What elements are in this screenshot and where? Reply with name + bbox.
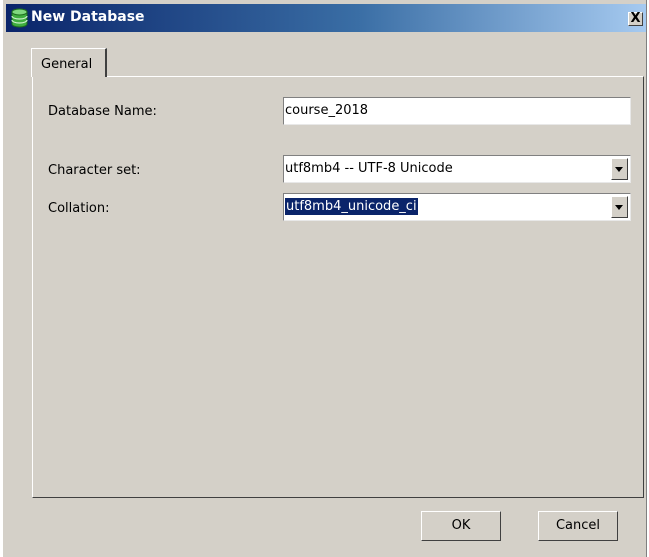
collation-dropdown[interactable]: utf8mb4_unicode_ci bbox=[283, 193, 631, 221]
general-tab-panel bbox=[32, 76, 644, 498]
chevron-down-icon[interactable] bbox=[611, 158, 628, 180]
collation-value: utf8mb4_unicode_ci bbox=[285, 198, 418, 215]
window-title: New Database bbox=[31, 9, 145, 25]
character-set-value: utf8mb4 -- UTF-8 Unicode bbox=[285, 161, 453, 176]
database-name-field[interactable]: course_2018 bbox=[283, 97, 631, 125]
new-database-dialog: New Database X General Database Name: co… bbox=[2, 0, 647, 557]
close-button[interactable]: X bbox=[628, 12, 643, 26]
tab-general[interactable]: General bbox=[31, 48, 107, 77]
database-icon bbox=[11, 8, 28, 28]
collation-label: Collation: bbox=[48, 201, 110, 216]
chevron-down-icon[interactable] bbox=[611, 196, 628, 218]
cancel-button[interactable]: Cancel bbox=[538, 511, 618, 541]
character-set-label: Character set: bbox=[48, 163, 141, 178]
database-name-label: Database Name: bbox=[48, 104, 157, 119]
ok-button[interactable]: OK bbox=[421, 511, 501, 541]
title-bar[interactable]: New Database X bbox=[6, 4, 646, 32]
character-set-dropdown[interactable]: utf8mb4 -- UTF-8 Unicode bbox=[283, 155, 631, 183]
